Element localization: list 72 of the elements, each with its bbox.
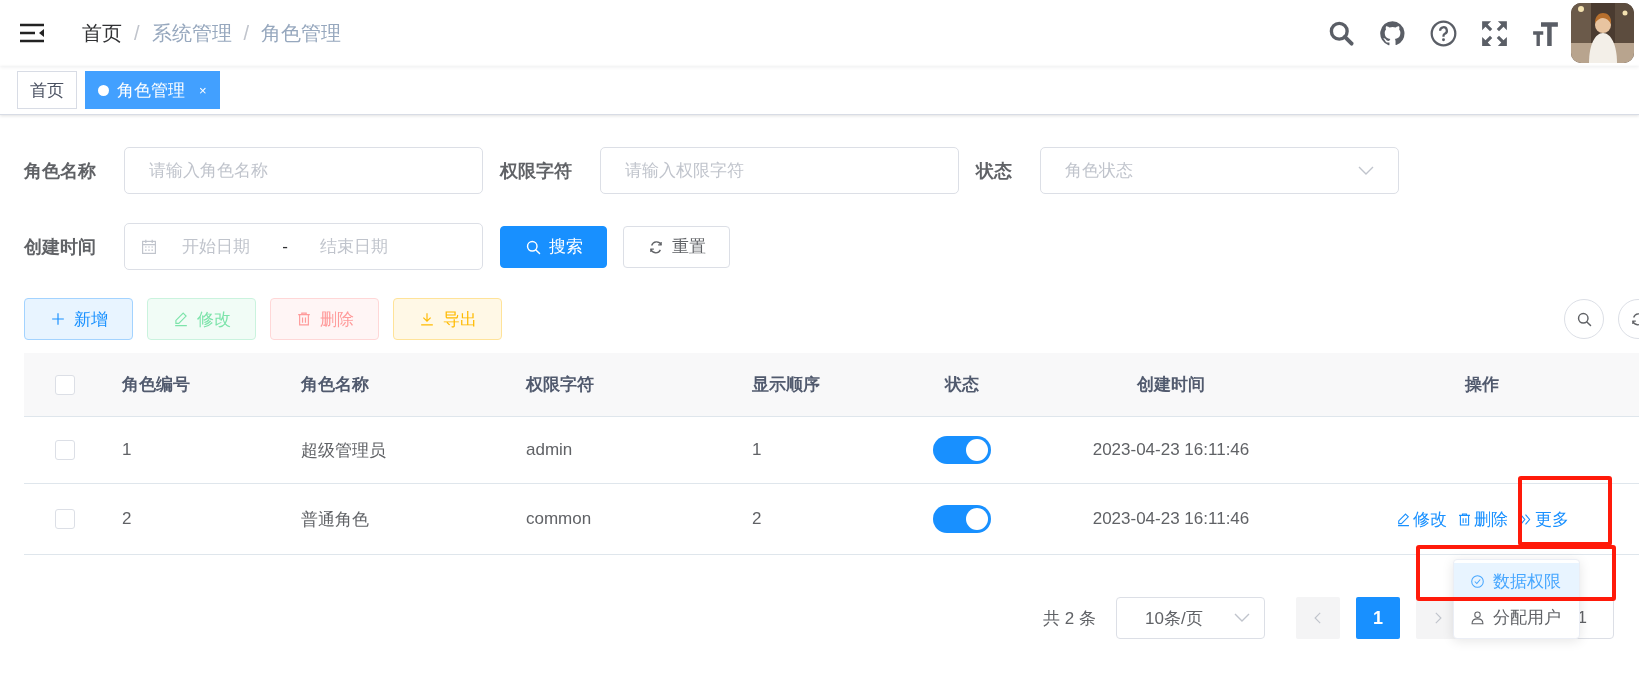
- menu-item[interactable]: 数据权限: [1454, 563, 1579, 599]
- tab[interactable]: 首页: [17, 71, 77, 109]
- select-field[interactable]: 角色状态: [1040, 147, 1399, 194]
- total-count: 共 2 条: [1043, 607, 1096, 630]
- close-icon[interactable]: ×: [199, 82, 207, 98]
- chevron-down-icon: [1234, 613, 1250, 623]
- delete-link[interactable]: 删除: [1456, 507, 1508, 531]
- toggle-switch[interactable]: [933, 505, 991, 533]
- search-icon: [524, 238, 541, 255]
- table-cell: 2: [122, 509, 132, 528]
- text-size-icon[interactable]: [1532, 19, 1559, 47]
- column-header: 操作: [1465, 375, 1499, 394]
- breadcrumb-item[interactable]: 首页: [82, 19, 122, 47]
- pencil-icon: [1395, 511, 1411, 527]
- dot-icon: [98, 84, 109, 96]
- menu-icon[interactable]: [20, 23, 44, 43]
- export-button[interactable]: 导出: [393, 298, 502, 340]
- check-circle-icon: [1470, 573, 1485, 589]
- checkbox[interactable]: [55, 374, 75, 395]
- download-icon: [418, 311, 435, 327]
- column-header: 权限字符: [526, 375, 594, 394]
- date-range-field[interactable]: 开始日期 - 结束日期: [124, 223, 483, 270]
- field-label: 角色名称: [24, 159, 96, 183]
- field-label: 权限字符: [500, 159, 572, 183]
- fullscreen-icon[interactable]: [1481, 19, 1508, 47]
- field-label: 创建时间: [24, 235, 96, 259]
- table-cell: admin: [526, 440, 573, 459]
- plus-icon: [49, 311, 66, 327]
- breadcrumb-item: 系统管理: [151, 20, 232, 46]
- more-link[interactable]: 更多: [1517, 507, 1569, 531]
- table-cell: 1: [752, 440, 762, 459]
- chevron-down-icon: [1358, 165, 1374, 176]
- table-cell: 2023-04-23 16:11:46: [1092, 509, 1250, 528]
- edit-link[interactable]: 修改: [1395, 507, 1447, 531]
- search-button[interactable]: 搜索: [500, 225, 607, 268]
- tab[interactable]: 角色管理 ×: [85, 71, 220, 109]
- pencil-icon: [172, 311, 189, 327]
- menu-item[interactable]: 分配用户: [1454, 599, 1579, 635]
- column-header: 角色名称: [301, 375, 369, 394]
- table-cell: common: [526, 509, 592, 528]
- reset-button[interactable]: 重置: [623, 225, 730, 268]
- trash-icon: [1456, 511, 1472, 527]
- search-icon: [1576, 311, 1592, 327]
- table-cell: 普通角色: [301, 509, 369, 529]
- breadcrumb-item: 角色管理: [261, 20, 342, 46]
- table-cell: 2: [752, 509, 762, 528]
- add-button[interactable]: 新增: [24, 298, 133, 340]
- page-button[interactable]: 1: [1356, 597, 1400, 639]
- breadcrumb-separator: /: [134, 21, 140, 45]
- help-icon[interactable]: [1430, 19, 1457, 47]
- checkbox[interactable]: [55, 440, 75, 461]
- calendar-icon: [141, 238, 157, 255]
- page-size-select[interactable]: 10条/页: [1116, 597, 1265, 639]
- column-header: 角色编号: [122, 375, 190, 394]
- field-label: 状态: [976, 159, 1012, 183]
- column-header: 显示顺序: [752, 375, 820, 394]
- table-cell: 2023-04-23 16:11:46: [1092, 440, 1250, 459]
- table-cell: 超级管理员: [301, 440, 386, 460]
- search-icon[interactable]: [1328, 19, 1355, 47]
- trash-icon: [295, 311, 312, 327]
- column-header: 创建时间: [1137, 375, 1205, 394]
- refresh-icon: [647, 238, 664, 255]
- column-header: 状态: [945, 375, 979, 394]
- user-icon: [1470, 609, 1485, 625]
- breadcrumb-separator: /: [243, 21, 250, 45]
- table-cell: 1: [122, 440, 132, 459]
- input-field[interactable]: 请输入权限字符: [600, 147, 959, 194]
- input-field[interactable]: 请输入角色名称: [124, 147, 483, 194]
- checkbox[interactable]: [55, 509, 75, 530]
- search-toggle-button[interactable]: [1564, 299, 1604, 339]
- github-icon[interactable]: [1379, 19, 1406, 47]
- toggle-switch[interactable]: [933, 436, 991, 464]
